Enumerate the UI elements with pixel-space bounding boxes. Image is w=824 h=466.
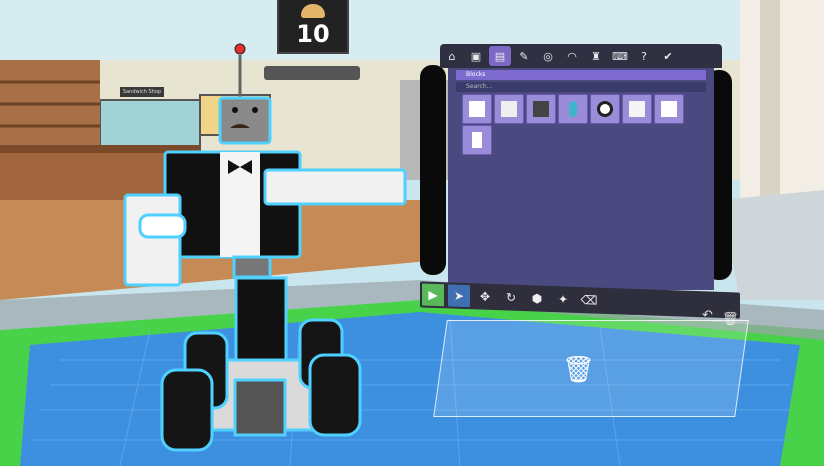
part-corner-block[interactable]: [622, 94, 652, 124]
wedge-block-shape: [661, 101, 677, 117]
corner-block-shape: [629, 101, 645, 117]
help-icon[interactable]: ?: [633, 46, 655, 66]
cube-white-shape: [469, 101, 485, 117]
select-icon[interactable]: ➤: [448, 284, 470, 308]
tall-block-shape: [472, 132, 482, 148]
part-cube-white[interactable]: [462, 94, 492, 124]
play-icon[interactable]: ▶: [422, 283, 444, 307]
parts-icon[interactable]: ▤: [489, 46, 511, 66]
eraser-icon[interactable]: ⌫: [578, 289, 600, 312]
counter-value: 10: [296, 20, 330, 48]
trash-icon: 🗑: [562, 355, 596, 385]
sandwich-counter: 10: [277, 0, 349, 54]
paint-icon[interactable]: ✎: [513, 46, 535, 66]
part-tall-block[interactable]: [462, 125, 492, 155]
build-tablet: ⌂ ▣ ▤ ✎ ◎ ◠ ♜ ⌨? ✔ Blocks Search...: [440, 40, 722, 290]
keyboard-icon[interactable]: ⌨: [609, 46, 631, 66]
part-cube-light[interactable]: [494, 94, 524, 124]
wheel-black-shape: [597, 101, 613, 117]
cube-dark-shape: [533, 101, 549, 117]
tablet-tab-bar: ⌂ ▣ ▤ ✎ ◎ ◠ ♜ ⌨? ✔: [440, 44, 722, 68]
home-icon[interactable]: ⌂: [441, 46, 463, 66]
signal-icon[interactable]: ◠: [561, 46, 583, 66]
search-input[interactable]: Search...: [456, 82, 706, 92]
move-icon[interactable]: ✥: [474, 285, 496, 308]
part-cylinder-teal[interactable]: [558, 94, 588, 124]
check-icon[interactable]: ✔: [657, 46, 679, 66]
sandwich-icon: [301, 4, 325, 18]
rotate-icon[interactable]: ↻: [500, 286, 522, 309]
parts-panel: Blocks Search...: [448, 68, 714, 290]
part-wedge-block[interactable]: [654, 94, 684, 124]
part-wheel-black[interactable]: [590, 94, 620, 124]
part-cube-dark[interactable]: [526, 94, 556, 124]
image-icon[interactable]: ▣: [465, 46, 487, 66]
robot-icon[interactable]: ♜: [585, 46, 607, 66]
category-label[interactable]: Blocks: [456, 70, 706, 80]
snap-icon[interactable]: ✦: [552, 288, 574, 311]
scale-icon[interactable]: ⬢: [526, 287, 548, 310]
shop-sign: Sandwich Shop: [120, 87, 164, 97]
counter-mount: [264, 66, 360, 80]
cube-light-shape: [501, 101, 517, 117]
cylinder-teal-shape: [569, 101, 577, 117]
target-icon[interactable]: ◎: [537, 46, 559, 66]
